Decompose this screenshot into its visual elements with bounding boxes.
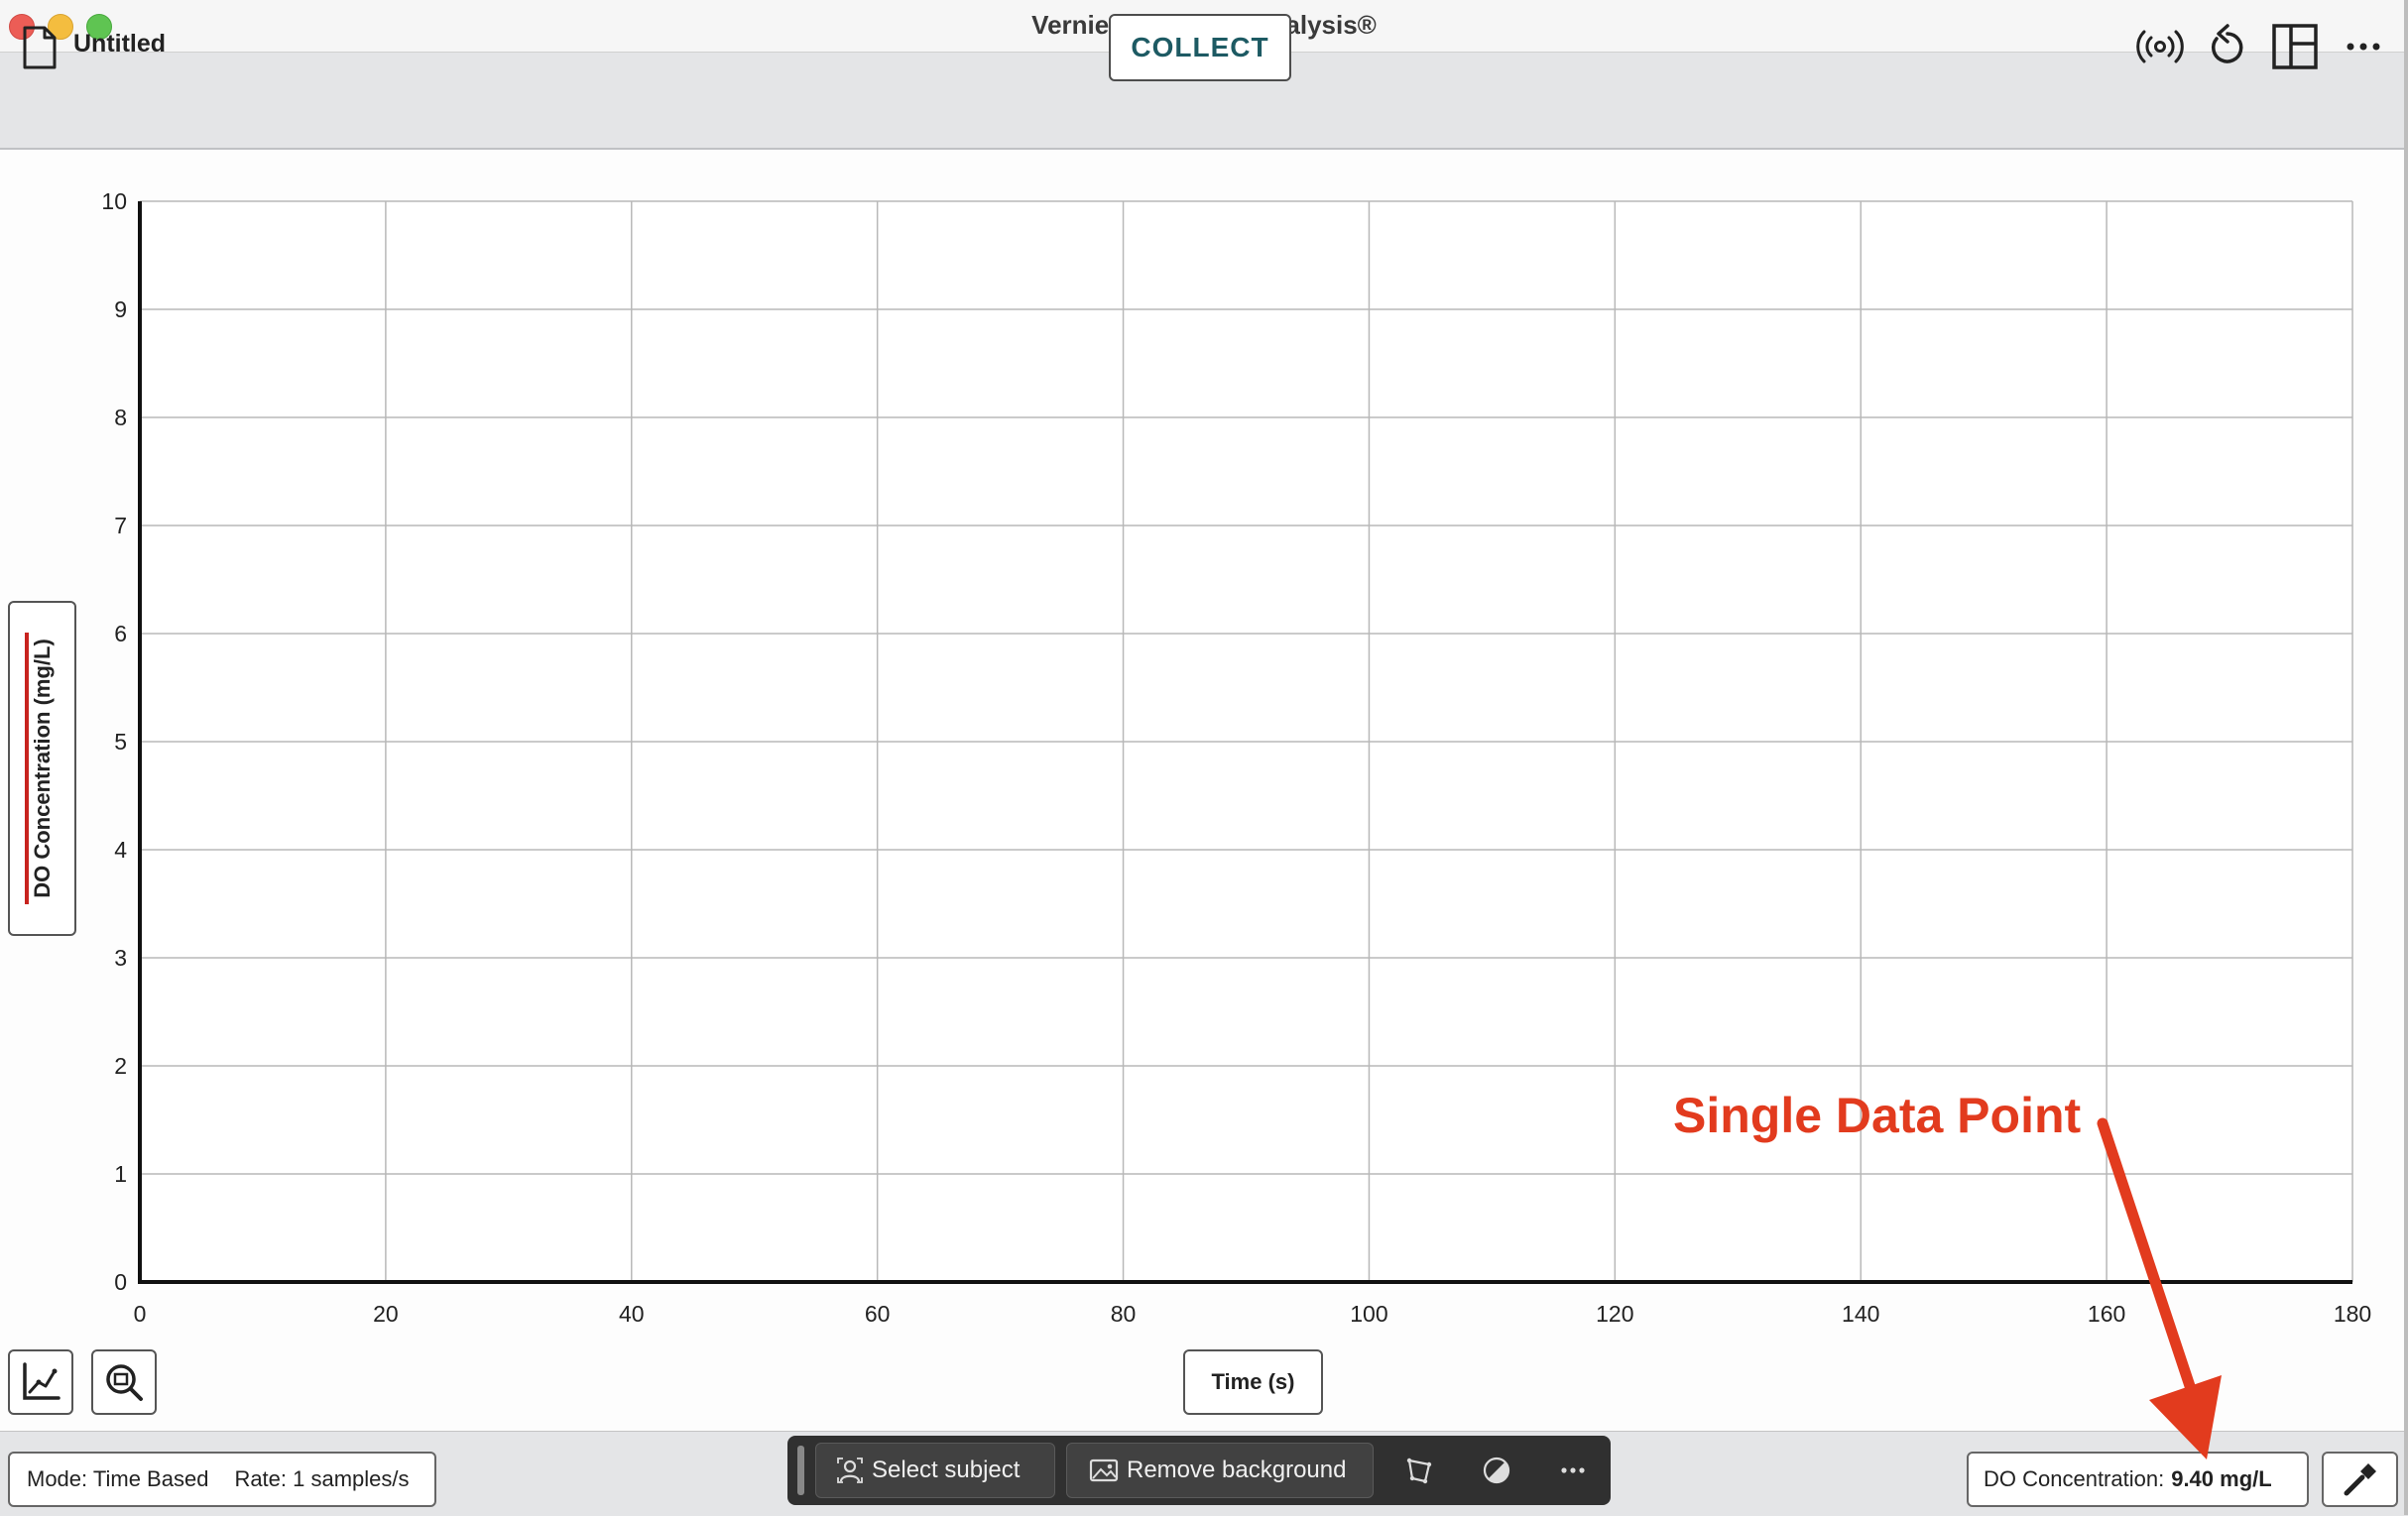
floating-more-button[interactable] — [1548, 1446, 1598, 1495]
x-tick-label: 140 — [1842, 1301, 1879, 1327]
reading-label: DO Concentration: — [1984, 1466, 2165, 1491]
series-color-indicator — [25, 633, 29, 904]
select-subject-label: Select subject — [872, 1457, 1021, 1483]
sensor-settings-button[interactable] — [2322, 1452, 2398, 1507]
crop-icon — [1406, 1458, 1432, 1484]
x-axis-label-button[interactable]: Time (s) — [1183, 1349, 1323, 1415]
y-axis-label-button[interactable]: DO Concentration (mg/L) — [8, 601, 76, 936]
more-options-icon[interactable] — [2339, 22, 2388, 71]
y-tick-label: 5 — [114, 729, 127, 755]
y-tick-label: 9 — [114, 296, 127, 322]
reading-value: 9.40 mg/L — [2171, 1466, 2272, 1491]
graph-plot[interactable]: 0123456789100 20 40 60 80 100 120 140 160 180 — [0, 150, 2408, 1349]
x-tick-label: 160 — [2088, 1301, 2125, 1327]
y-tick-label: 8 — [114, 405, 127, 430]
wireless-sensor-icon[interactable] — [2135, 22, 2185, 71]
zoom-magnifier-icon — [106, 1364, 143, 1401]
x-tick-label: 0 — [134, 1301, 147, 1327]
y-tick-label: 4 — [114, 837, 127, 863]
crop-perspective-button[interactable] — [1394, 1446, 1444, 1495]
drag-handle[interactable] — [797, 1446, 804, 1495]
y-tick-label: 10 — [101, 188, 127, 214]
x-tick-label: 120 — [1596, 1301, 1633, 1327]
image-tools-floating-bar: Select subject Remove background — [787, 1436, 1611, 1505]
y-tick-label: 0 — [114, 1269, 127, 1295]
rate-text: Rate: 1 samples/s — [234, 1466, 410, 1491]
select-subject-icon — [837, 1458, 863, 1483]
layout-icon[interactable] — [2270, 22, 2320, 71]
y-tick-label: 7 — [114, 513, 127, 538]
x-tick-label: 100 — [1350, 1301, 1387, 1327]
document-title[interactable]: Untitled — [73, 30, 166, 58]
mode-rate-button[interactable]: Mode: Time Based Rate: 1 samples/s — [8, 1452, 436, 1507]
collect-button[interactable]: COLLECT — [1109, 14, 1291, 81]
x-tick-label: 20 — [373, 1301, 399, 1327]
remove-background-button[interactable]: Remove background — [1066, 1443, 1374, 1498]
mode-text: Mode: Time Based — [27, 1466, 209, 1491]
undo-icon[interactable] — [2203, 22, 2252, 71]
annotation-label: Single Data Point — [1673, 1088, 2082, 1143]
x-tick-label: 80 — [1111, 1301, 1137, 1327]
graph-tools-icon — [23, 1362, 60, 1400]
x-tick-label: 180 — [2334, 1301, 2371, 1327]
y-tick-label: 3 — [114, 945, 127, 971]
document-icon[interactable] — [22, 25, 58, 70]
x-tick-label: 40 — [619, 1301, 645, 1327]
live-reading-button[interactable]: DO Concentration: 9.40 mg/L — [1967, 1452, 2309, 1507]
y-tick-label: 1 — [114, 1161, 127, 1187]
adjust-image-button[interactable] — [1472, 1446, 1521, 1495]
y-tick-label: 2 — [114, 1053, 127, 1079]
zoom-autoscale-button[interactable] — [91, 1349, 157, 1415]
y-axis-label: DO Concentration (mg/L) — [29, 639, 55, 898]
contrast-icon — [1483, 1457, 1510, 1484]
window-edge — [2404, 0, 2408, 1515]
wrench-icon — [2344, 1463, 2376, 1496]
remove-background-label: Remove background — [1127, 1457, 1347, 1483]
more-icon — [1561, 1467, 1585, 1473]
select-subject-button[interactable]: Select subject — [815, 1443, 1055, 1498]
image-icon — [1089, 1458, 1119, 1482]
y-tick-label: 6 — [114, 621, 127, 646]
x-tick-label: 60 — [865, 1301, 891, 1327]
graph-tools-button[interactable] — [8, 1349, 73, 1415]
